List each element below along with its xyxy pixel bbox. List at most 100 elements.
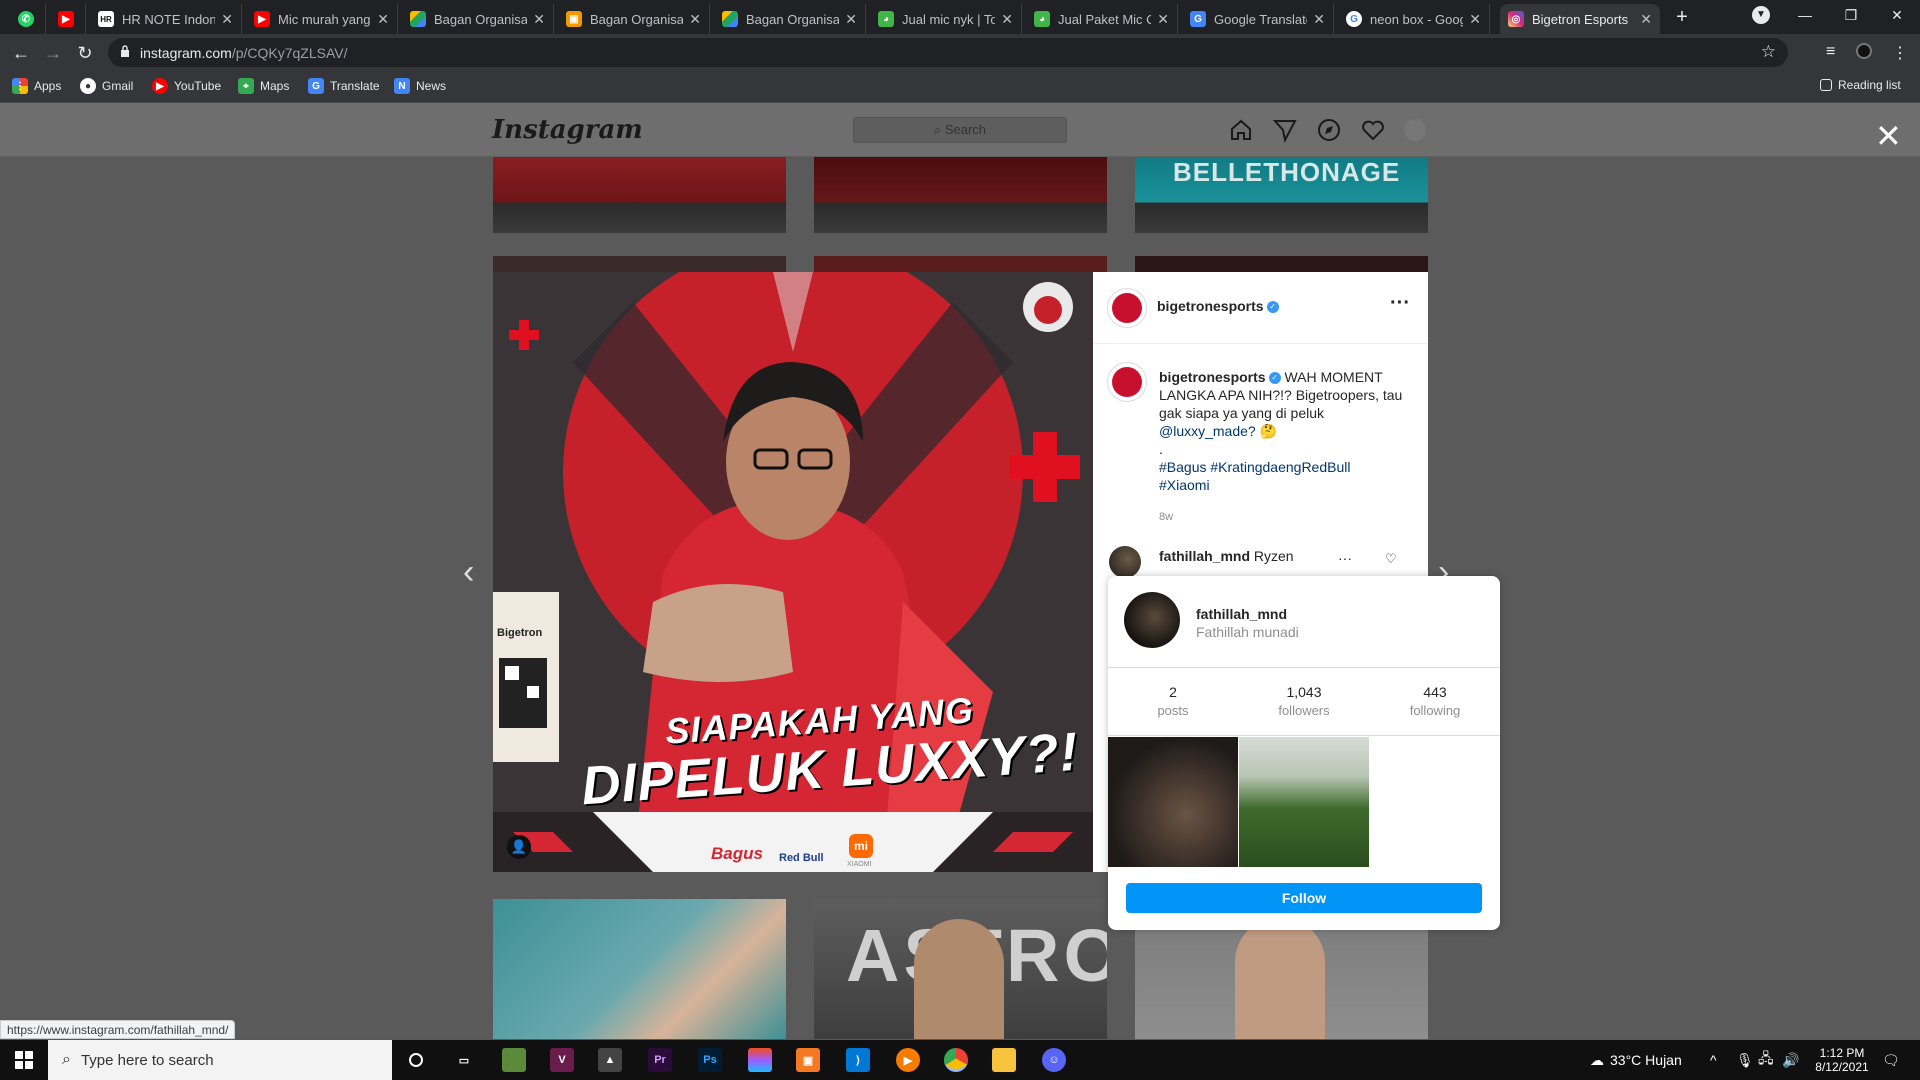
hashtags-line-1[interactable]: #Bagus #KratingdaengRedBull [1159,459,1350,475]
close-icon[interactable]: ✕ [377,11,389,28]
hover-card-post-thumbnail[interactable] [1239,737,1369,867]
orange-app-icon[interactable]: ▣ [796,1048,820,1072]
reload-button[interactable]: ↻ [74,42,96,64]
minecraft-app-icon[interactable] [502,1048,526,1072]
cortana-icon[interactable] [404,1048,428,1072]
comment-avatar[interactable] [1109,546,1141,578]
close-icon[interactable]: ✕ [1469,11,1481,28]
close-icon[interactable]: ✕ [689,11,701,28]
tab-google-translate[interactable]: G Google Translate ✕ [1182,4,1334,34]
back-button[interactable]: ← [10,42,32,64]
tab-bigetron-active[interactable]: ◎ Bigetron Esports ✕ [1500,4,1660,34]
start-button[interactable] [0,1040,48,1080]
grid-post-thumbnail[interactable] [814,256,1107,272]
post-time[interactable]: 8w [1159,508,1409,526]
tab-bagan-1[interactable]: Bagan Organisasi ✕ [402,4,554,34]
microphone-icon[interactable]: 🎙 [1736,1040,1754,1080]
weather-widget[interactable]: ☁ 33°C Hujan [1590,1040,1682,1080]
grid-post-thumbnail[interactable] [1135,256,1428,272]
address-bar[interactable]: instagram.com/p/CQKy7qZLSAV/ ☆ [108,38,1788,67]
tab-jual-mic[interactable]: ◕ Jual mic nyk | Tok ✕ [870,4,1022,34]
grid-post-thumbnail[interactable]: BELLETHONAGE [1135,157,1428,233]
discord-app-icon[interactable]: ☺ [1042,1048,1066,1072]
heart-icon[interactable] [1360,117,1386,143]
bookmark-maps[interactable]: ⌖ Maps [238,78,289,94]
grid-post-thumbnail[interactable]: ASTRO [814,899,1107,1039]
close-modal-icon[interactable]: ✕ [1875,120,1902,152]
hover-card-post-thumbnail[interactable] [1108,737,1238,867]
tab-bagan-3[interactable]: Bagan Organisasi ✕ [714,4,866,34]
tray-overflow-icon[interactable]: ^ [1710,1040,1717,1080]
tab-youtube[interactable]: ▶ [50,4,86,34]
new-tab-button[interactable]: + [1670,7,1694,29]
network-icon[interactable]: 🖧 [1758,1040,1774,1080]
hashtags-line-2[interactable]: #Xiaomi [1159,477,1210,493]
tab-jual-paket[interactable]: ◕ Jual Paket Mic Co✕ [1026,4,1178,34]
file-explorer-app-icon[interactable] [992,1048,1016,1072]
vscode-app-icon[interactable]: ⟩ [846,1048,870,1072]
grid-post-thumbnail[interactable] [493,899,786,1039]
forward-button[interactable]: → [42,42,64,64]
follow-button[interactable]: Follow [1126,883,1482,913]
close-icon[interactable]: ✕ [221,11,233,28]
notification-icon[interactable]: 🗨 [1882,1040,1900,1080]
caption-username[interactable]: bigetronesports [1159,369,1266,385]
close-icon[interactable]: ✕ [845,11,857,28]
grid-post-thumbnail[interactable] [493,256,786,272]
close-icon[interactable]: ✕ [1001,11,1013,28]
post-author-avatar[interactable] [1107,288,1147,328]
reading-list[interactable]: Reading list [1820,78,1901,92]
bookmark-translate[interactable]: G Translate [308,78,380,94]
mention-link[interactable]: @luxxy_made? [1159,423,1256,439]
explore-icon[interactable] [1316,117,1342,143]
bookmark-apps[interactable]: ⋮ Apps [12,78,61,94]
profile-icon[interactable] [1856,43,1872,64]
bookmark-star-icon[interactable]: ☆ [1761,42,1776,62]
tab-mic-murah[interactable]: ▶ Mic murah yang c ✕ [246,4,398,34]
close-icon[interactable]: ✕ [1640,11,1652,28]
hover-card-username[interactable]: fathillah_mnd [1196,606,1287,622]
chrome-app-icon[interactable] [944,1048,968,1072]
grid-post-thumbnail[interactable] [814,157,1107,233]
tab-bagan-2[interactable]: ▣ Bagan Organisasi ✕ [558,4,710,34]
figma-app-icon[interactable] [748,1048,772,1072]
vectorize-app-icon[interactable]: V [550,1048,574,1072]
bookmark-gmail[interactable]: ● Gmail [80,78,133,94]
tab-whatsapp[interactable]: ✆ [10,4,46,34]
clock[interactable]: 1:12 PM 8/12/2021 [1806,1040,1878,1080]
media-control-icon[interactable]: ≡ [1826,43,1835,61]
search-input[interactable]: ⌕ Search [853,117,1067,143]
comment-username[interactable]: fathillah_mnd [1159,548,1250,564]
bookmark-youtube[interactable]: ▶ YouTube [152,78,221,94]
window-close-button[interactable]: ✕ [1874,0,1920,30]
previous-post-arrow-icon[interactable]: ‹ [463,553,474,592]
hover-card-avatar[interactable] [1124,592,1180,648]
tab-hr-note[interactable]: HR HR NOTE Indonesi✕ [90,4,242,34]
post-image[interactable]: Bigetron SIAPAKAH YANG DIPELUK LUXXY?! B… [493,272,1093,872]
task-view-icon[interactable]: ▭ [452,1048,476,1072]
comment-like-heart-icon[interactable]: ♡ [1385,551,1397,567]
close-icon[interactable]: ✕ [533,11,545,28]
grid-post-thumbnail[interactable] [493,157,786,233]
photoshop-app-icon[interactable]: Ps [698,1048,722,1072]
tagged-user-icon[interactable]: 👤 [507,835,531,859]
direct-message-icon[interactable] [1272,117,1298,143]
restore-button[interactable]: ❐ [1828,0,1874,30]
menu-kebab-icon[interactable]: ⋮ [1892,43,1908,63]
inkscape-app-icon[interactable]: ▲ [598,1048,622,1072]
bookmark-news[interactable]: N News [394,78,446,94]
vlc-app-icon[interactable]: ▶ [896,1048,920,1072]
volume-icon[interactable]: 🔊 [1782,1040,1799,1080]
tab-neon-box[interactable]: G neon box - Goog ✕ [1338,4,1490,34]
minimize-button[interactable]: — [1782,0,1828,30]
premiere-pro-app-icon[interactable]: Pr [648,1048,672,1072]
close-icon[interactable]: ✕ [1313,11,1325,28]
comment-more-icon[interactable]: ··· [1338,550,1352,566]
more-options-icon[interactable]: ··· [1390,292,1410,315]
tab-search-button[interactable]: ▼ [1738,0,1784,30]
profile-avatar[interactable] [1404,119,1426,141]
close-icon[interactable]: ✕ [1157,11,1169,28]
instagram-logo[interactable]: Instagram [492,115,643,145]
post-author-name[interactable]: bigetronesports ✓ [1157,298,1279,316]
caption-author-avatar[interactable] [1107,362,1147,402]
